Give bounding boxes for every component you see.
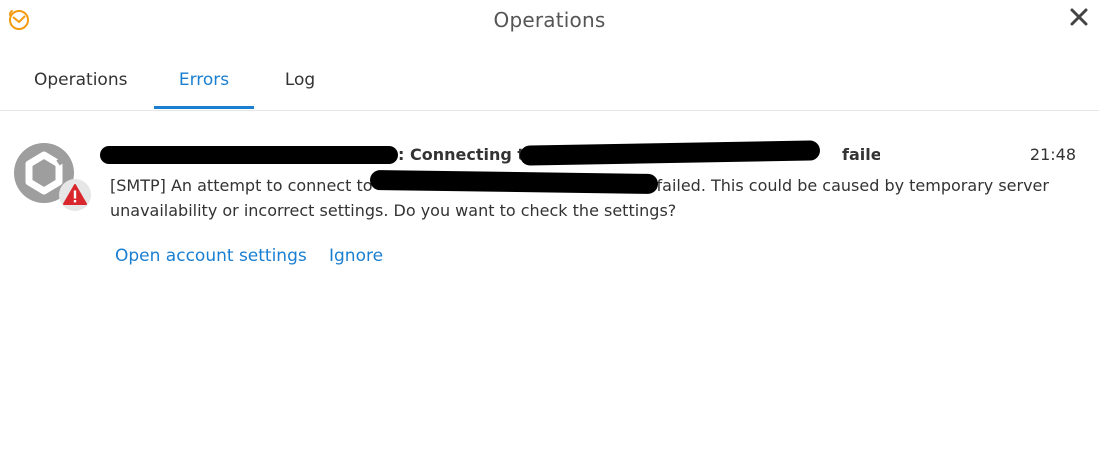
window-title: Operations xyxy=(493,8,606,32)
tab-bar: Operations Errors Log xyxy=(0,56,1099,111)
title-bar: Operations xyxy=(0,0,1099,42)
error-message-start: [SMTP] An attempt to connect to xyxy=(110,176,373,195)
open-account-settings-link[interactable]: Open account settings xyxy=(115,246,307,266)
redaction-mark xyxy=(100,146,398,164)
tab-operations[interactable]: Operations xyxy=(34,56,127,108)
error-message-line2: unavailability or incorrect settings. Do… xyxy=(110,201,677,220)
ignore-link[interactable]: Ignore xyxy=(329,246,383,266)
error-time: 21:48 xyxy=(1029,145,1076,164)
error-title-visible: : Connecting to xyxy=(398,145,537,164)
warning-triangle-icon xyxy=(63,184,87,205)
redaction-mark xyxy=(369,169,659,195)
error-message-end: failed. This could be caused by temporar… xyxy=(656,176,1049,195)
close-icon[interactable] xyxy=(1069,7,1089,27)
tab-log[interactable]: Log xyxy=(278,56,322,108)
warning-badge xyxy=(59,179,91,211)
tab-errors[interactable]: Errors xyxy=(154,56,254,108)
error-title-end: failed xyxy=(842,145,880,164)
account-avatar xyxy=(14,141,91,215)
active-tab-indicator xyxy=(154,106,254,109)
